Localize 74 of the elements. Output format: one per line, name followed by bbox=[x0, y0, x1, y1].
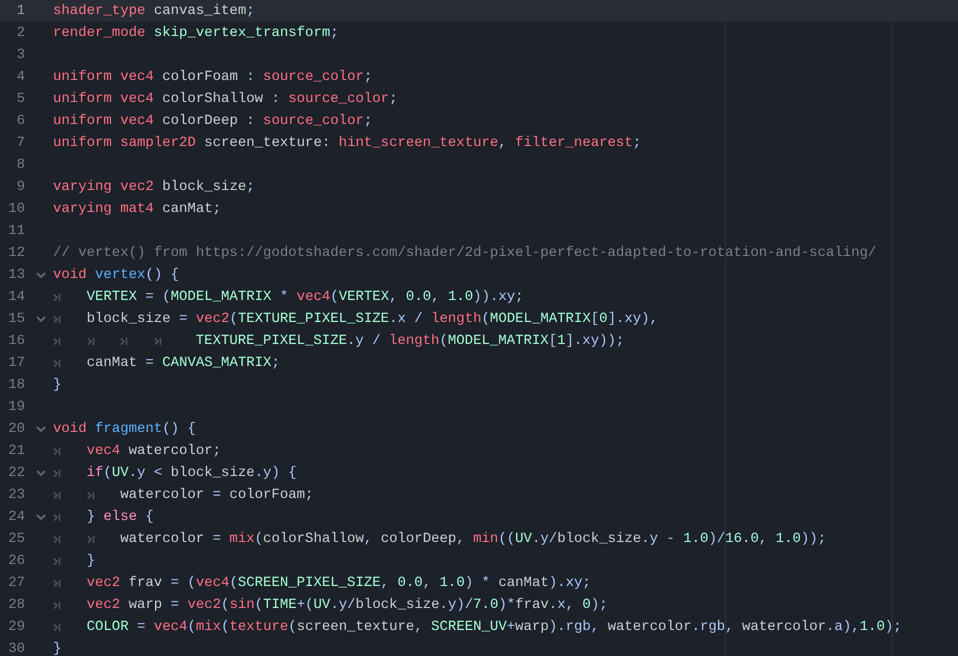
code-line: watercolor = mix(colorShallow, colorDeep, min((UV.y/block_size.y - 1.0)/16.0, 1.0)); bbox=[120, 530, 826, 548]
code-line: canMat = CANVAS_MATRIX; bbox=[86, 354, 280, 372]
code-line: uniform vec4 colorFoam : source_color; bbox=[53, 68, 372, 86]
line-number: 21 bbox=[7, 442, 25, 460]
line-number: 8 bbox=[16, 156, 25, 174]
tab-icon bbox=[120, 336, 128, 346]
line-number: 12 bbox=[7, 244, 25, 262]
code-line: varying vec2 block_size; bbox=[53, 178, 255, 196]
line-number: 10 bbox=[7, 200, 25, 218]
line-number: 27 bbox=[7, 574, 25, 592]
code-line: void fragment() { bbox=[53, 420, 196, 438]
line-number: 20 bbox=[7, 420, 25, 438]
line-number: 29 bbox=[7, 618, 25, 636]
tab-icon bbox=[53, 600, 61, 610]
line-number: 14 bbox=[7, 288, 25, 306]
line-number: 3 bbox=[16, 46, 25, 64]
line-number: 23 bbox=[7, 486, 25, 504]
tab-icon bbox=[53, 292, 61, 302]
code-line: render_mode skip_vertex_transform; bbox=[53, 24, 339, 42]
tab-icon bbox=[154, 336, 162, 346]
line-number: 1 bbox=[16, 2, 25, 20]
tab-icon bbox=[86, 336, 95, 346]
code-line: uniform vec4 colorShallow : source_color; bbox=[53, 90, 398, 108]
line-number: 17 bbox=[7, 354, 25, 372]
line-number: 28 bbox=[7, 596, 25, 614]
code-line: // vertex() from https://godotshaders.com/shader/2d-pixel-perfect-adapted-to-rotation-and-scaling/ bbox=[53, 244, 876, 262]
line-number: 25 bbox=[7, 530, 25, 548]
code-line: shader_type canvas_item; bbox=[53, 2, 255, 20]
code-line: block_size = vec2(TEXTURE_PIXEL_SIZE.x / length(MODEL_MATRIX[0].xy), bbox=[86, 310, 658, 328]
line-number: 2 bbox=[16, 24, 25, 42]
tab-icon bbox=[53, 512, 61, 522]
tab-icon bbox=[53, 336, 61, 346]
line-number: 16 bbox=[7, 332, 25, 350]
line-number: 22 bbox=[7, 464, 25, 482]
line-number: 15 bbox=[7, 310, 25, 328]
tab-icon bbox=[53, 622, 61, 632]
line-number: 19 bbox=[7, 398, 25, 416]
tab-icon bbox=[86, 490, 95, 500]
tab-icon bbox=[86, 534, 95, 544]
code-line: varying mat4 canMat; bbox=[53, 200, 222, 218]
code-line: uniform sampler2D screen_texture: hint_screen_texture, filter_nearest; bbox=[53, 134, 642, 152]
code-line: uniform vec4 colorDeep : source_color; bbox=[53, 112, 372, 130]
code-line: vec4 watercolor; bbox=[86, 442, 222, 460]
code-line: } bbox=[53, 640, 62, 656]
code-line: } bbox=[86, 552, 95, 570]
code-line: if(UV.y < block_size.y) { bbox=[86, 464, 297, 482]
code-line: TEXTURE_PIXEL_SIZE.y / length(MODEL_MATRIX[1].xy)); bbox=[194, 332, 624, 350]
code-line: } bbox=[53, 376, 62, 394]
tab-icon bbox=[53, 358, 61, 368]
line-number: 26 bbox=[7, 552, 25, 570]
line-number: 9 bbox=[16, 178, 25, 196]
code-line: watercolor = colorFoam; bbox=[120, 486, 314, 504]
code-line: VERTEX = (MODEL_MATRIX * vec4(VERTEX, 0.0, 1.0)).xy; bbox=[86, 288, 524, 306]
code-line: } else { bbox=[86, 508, 154, 526]
code-line: void vertex() { bbox=[53, 266, 180, 284]
line-number: 6 bbox=[16, 112, 25, 130]
code-line: vec2 warp = vec2(sin(TIME+(UV.y/block_size.y)/7.0)*frav.x, 0); bbox=[86, 596, 608, 614]
tab-icon bbox=[53, 446, 61, 456]
tab-icon bbox=[53, 534, 61, 544]
line-number: 18 bbox=[7, 376, 25, 394]
line-number: 13 bbox=[7, 266, 25, 284]
line-number: 4 bbox=[16, 68, 25, 86]
tab-icon bbox=[53, 556, 61, 566]
line-number: 5 bbox=[16, 90, 25, 108]
line-number: 7 bbox=[16, 134, 25, 152]
code-line: COLOR = vec4(mix(texture(screen_texture, SCREEN_UV+warp).rgb, watercolor.rgb, watercolor.a),1.0); bbox=[86, 618, 902, 636]
line-number: 24 bbox=[7, 508, 25, 526]
tab-icon bbox=[53, 578, 61, 588]
tab-icon bbox=[53, 490, 61, 500]
tab-icon bbox=[53, 468, 61, 478]
line-number: 30 bbox=[7, 640, 25, 656]
code-line: vec2 frav = (vec4(SCREEN_PIXEL_SIZE, 0.0, 1.0) * canMat).xy; bbox=[86, 574, 591, 592]
line-number: 11 bbox=[7, 222, 25, 240]
tab-icon bbox=[53, 314, 61, 324]
